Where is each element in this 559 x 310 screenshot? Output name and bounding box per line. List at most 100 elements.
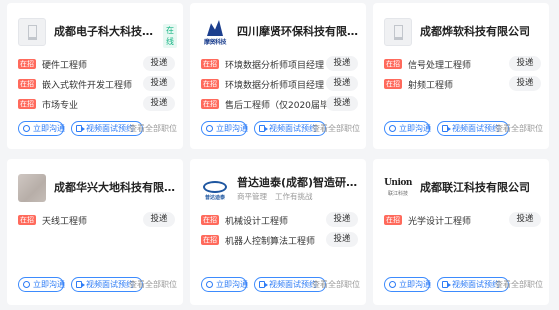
job-row[interactable]: 在招 机械设计工程师 投递 (201, 212, 358, 228)
company-name[interactable]: 成都烨软科技有限公司 (420, 23, 530, 39)
job-row[interactable]: 在招 信号处理工程师 投递 (384, 56, 541, 72)
hiring-tag: 在招 (201, 235, 219, 245)
company-meta: 商平管理 工作有挑战 (237, 191, 313, 202)
video-label: 视频面试预约 (86, 124, 134, 133)
card-actions: 立即沟通 视频面试预约 查看全部职位 (201, 121, 360, 137)
job-row[interactable]: 在招 硬件工程师 投递 (18, 56, 175, 72)
job-title[interactable]: 射频工程师 (408, 78, 453, 91)
hiring-tag: 在招 (201, 99, 219, 109)
job-title[interactable]: 环境数据分析师项目经理（实习） (225, 58, 335, 71)
company-card[interactable]: 普达迪泰 普达迪泰(成都)智造研究院有限... 商平管理工作有挑战 在招 机械设… (190, 159, 367, 305)
video-camera-icon (76, 125, 85, 132)
video-camera-icon (442, 125, 451, 132)
chat-label: 立即沟通 (33, 124, 65, 133)
company-name[interactable]: 成都联江科技有限公司 (420, 179, 530, 195)
hiring-tag: 在招 (18, 215, 36, 225)
job-row[interactable]: 在招 机器人控制算法工程师 投递 (201, 232, 358, 248)
deliver-button[interactable]: 投递 (326, 96, 358, 111)
company-name[interactable]: 普达迪泰(成都)智造研究院有限... (237, 174, 367, 190)
job-row[interactable]: 在招 天线工程师 投递 (18, 212, 175, 228)
deliver-button[interactable]: 投递 (143, 76, 175, 91)
video-camera-icon (259, 125, 268, 132)
video-label: 视频面试预约 (269, 280, 317, 289)
view-all-jobs-link[interactable]: 查看全部职位 (312, 279, 360, 290)
chat-bubble-icon (389, 281, 396, 288)
video-camera-icon (76, 281, 85, 288)
deliver-button[interactable]: 投递 (509, 76, 541, 91)
hiring-tag: 在招 (201, 215, 219, 225)
deliver-button[interactable]: 投递 (326, 232, 358, 247)
pudadt-logo: 普达迪泰 (201, 174, 229, 202)
job-title[interactable]: 售后工程师（仅2020届毕业... (225, 98, 335, 111)
moxian-logo: 摩贤科技 (201, 18, 229, 46)
company-card[interactable]: 成都华兴大地科技有限公司 在招 天线工程师 投递 立即沟通 视频面试预约 查看全… (7, 159, 184, 305)
video-label: 视频面试预约 (269, 124, 317, 133)
job-row[interactable]: 在招 嵌入式软件开发工程师 投递 (18, 76, 175, 92)
job-title[interactable]: 硬件工程师 (42, 58, 87, 71)
company-header: 摩贤科技 四川摩贤环保科技有限公司 (201, 18, 367, 48)
card-actions: 立即沟通 视频面试预约 查看全部职位 (18, 121, 177, 137)
deliver-button[interactable]: 投递 (509, 212, 541, 227)
chat-label: 立即沟通 (399, 124, 431, 133)
logo-text: 普达迪泰 (204, 195, 225, 201)
hiring-tag: 在招 (384, 215, 402, 225)
company-name[interactable]: 成都电子科大科技园发展有... (54, 23, 159, 39)
deliver-button[interactable]: 投递 (143, 96, 175, 111)
hiring-tag: 在招 (384, 59, 402, 69)
job-row[interactable]: 在招 环境数据分析师项目经理（实习） 投递 (201, 56, 358, 72)
job-title[interactable]: 环境数据分析师项目经理（储备） (225, 78, 335, 91)
chat-bubble-icon (389, 125, 396, 132)
view-all-jobs-link[interactable]: 查看全部职位 (129, 279, 177, 290)
logo-text: 联江科技 (387, 191, 408, 197)
view-all-jobs-link[interactable]: 查看全部职位 (312, 123, 360, 134)
chat-button[interactable]: 立即沟通 (18, 277, 65, 292)
job-title[interactable]: 嵌入式软件开发工程师 (42, 78, 132, 91)
company-name[interactable]: 四川摩贤环保科技有限公司 (237, 23, 367, 39)
chat-button[interactable]: 立即沟通 (384, 277, 431, 292)
company-header: 成都华兴大地科技有限公司 (18, 174, 184, 204)
deliver-button[interactable]: 投递 (326, 76, 358, 91)
job-title[interactable]: 光学设计工程师 (408, 214, 471, 227)
job-row[interactable]: 在招 市场专业 投递 (18, 96, 175, 112)
job-row[interactable]: 在招 光学设计工程师 投递 (384, 212, 541, 228)
view-all-jobs-link[interactable]: 查看全部职位 (495, 123, 543, 134)
company-header: 成都烨软科技有限公司 (384, 18, 541, 48)
chat-button[interactable]: 立即沟通 (201, 277, 248, 292)
job-title[interactable]: 天线工程师 (42, 214, 87, 227)
job-title[interactable]: 市场专业 (42, 98, 78, 111)
chat-button[interactable]: 立即沟通 (201, 121, 248, 136)
card-actions: 立即沟通 视频面试预约 查看全部职位 (384, 277, 543, 293)
video-camera-icon (259, 281, 268, 288)
chat-label: 立即沟通 (216, 280, 248, 289)
company-card[interactable]: 成都烨软科技有限公司 在招 信号处理工程师 投递 在招 射频工程师 投递 立即沟… (373, 3, 549, 149)
deliver-button[interactable]: 投递 (326, 56, 358, 71)
deliver-button[interactable]: 投递 (509, 56, 541, 71)
card-actions: 立即沟通 视频面试预约 查看全部职位 (18, 277, 177, 293)
deliver-button[interactable]: 投递 (143, 212, 175, 227)
job-row[interactable]: 在招 射频工程师 投递 (384, 76, 541, 92)
job-title[interactable]: 机器人控制算法工程师 (225, 234, 315, 247)
company-card[interactable]: Union 联江科技 成都联江科技有限公司 在招 光学设计工程师 投递 立即沟通… (373, 159, 549, 305)
chat-bubble-icon (206, 125, 213, 132)
view-all-jobs-link[interactable]: 查看全部职位 (495, 279, 543, 290)
deliver-button[interactable]: 投递 (326, 212, 358, 227)
video-label: 视频面试预约 (452, 280, 500, 289)
video-label: 视频面试预约 (452, 124, 500, 133)
placeholder-logo-icon (18, 18, 46, 46)
deliver-button[interactable]: 投递 (143, 56, 175, 71)
chat-button[interactable]: 立即沟通 (384, 121, 431, 136)
chat-button[interactable]: 立即沟通 (18, 121, 65, 136)
job-title[interactable]: 信号处理工程师 (408, 58, 471, 71)
hiring-tag: 在招 (18, 79, 36, 89)
mountain-mark-icon (207, 20, 223, 36)
logo-text: 摩贤科技 (203, 39, 227, 46)
company-card[interactable]: 成都电子科大科技园发展有... 在线 在招 硬件工程师 投递 在招 嵌入式软件开… (7, 3, 183, 149)
company-name[interactable]: 成都华兴大地科技有限公司 (54, 179, 184, 195)
company-card[interactable]: 摩贤科技 四川摩贤环保科技有限公司 在招 环境数据分析师项目经理（实习） 投递 … (190, 3, 367, 149)
job-row[interactable]: 在招 售后工程师（仅2020届毕业... 投递 (201, 96, 358, 112)
company-meta-item: 商平管理 (237, 192, 267, 201)
job-row[interactable]: 在招 环境数据分析师项目经理（储备） 投递 (201, 76, 358, 92)
card-actions: 立即沟通 视频面试预约 查看全部职位 (201, 277, 360, 293)
job-title[interactable]: 机械设计工程师 (225, 214, 288, 227)
view-all-jobs-link[interactable]: 查看全部职位 (129, 123, 177, 134)
